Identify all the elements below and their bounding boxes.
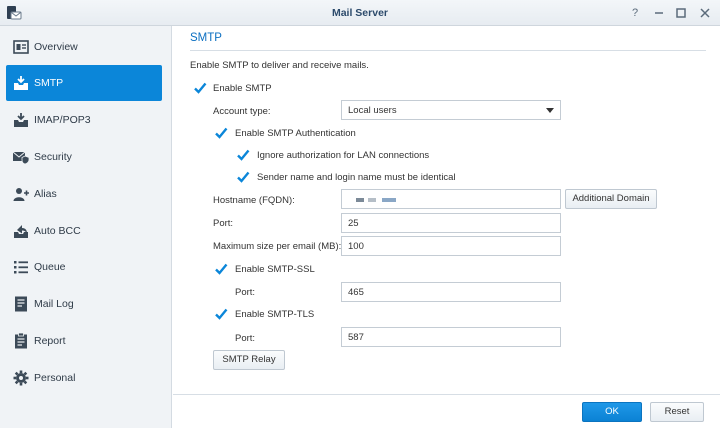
minimize-icon[interactable] (650, 4, 668, 22)
tls-port-input[interactable]: 587 (341, 327, 561, 347)
envelope-shield-icon (12, 148, 30, 166)
checkmark-icon (237, 149, 250, 161)
sidebar-item-label: Personal (34, 372, 76, 384)
sidebar-item-label: Auto BCC (34, 225, 81, 237)
dropdown-arrow-icon (546, 108, 554, 113)
enable-smtp-auth-label: Enable SMTP Authentication (235, 128, 356, 139)
gear-icon (12, 369, 30, 387)
smtp-settings-panel: SMTP Enable SMTP to deliver and receive … (173, 26, 720, 428)
title-bar: Mail Server ? (0, 0, 720, 26)
sender-identical-checkbox[interactable] (236, 170, 250, 184)
sidebar-item-security[interactable]: Security (6, 139, 162, 175)
enable-smtp-checkbox[interactable] (193, 81, 207, 95)
section-title: SMTP (190, 32, 222, 44)
checkmark-icon (215, 308, 228, 320)
sidebar-item-overview[interactable]: Overview (6, 29, 162, 65)
enable-smtp-ssl-label: Enable SMTP-SSL (235, 264, 315, 275)
sidebar-item-personal[interactable]: Personal (6, 360, 162, 396)
sidebar-item-queue[interactable]: Queue (6, 249, 162, 285)
sidebar-item-imap-pop3[interactable]: IMAP/POP3 (6, 102, 162, 138)
sidebar-item-label: Security (34, 151, 72, 163)
ignore-lan-auth-checkbox[interactable] (236, 148, 250, 162)
enable-smtp-tls-label: Enable SMTP-TLS (235, 309, 315, 320)
sidebar-item-label: Report (34, 335, 66, 347)
enable-smtp-auth-checkbox[interactable] (214, 126, 228, 140)
sidebar-item-auto-bcc[interactable]: Auto BCC (6, 213, 162, 249)
account-type-value: Local users (348, 105, 397, 116)
account-type-label: Account type: (213, 106, 271, 117)
reset-button[interactable]: Reset (650, 402, 704, 422)
sidebar: Overview SMTP IMAP/POP3 Security Alias A… (0, 26, 172, 428)
sidebar-item-mail-log[interactable]: Mail Log (6, 286, 162, 322)
sidebar-item-report[interactable]: Report (6, 323, 162, 359)
section-description: Enable SMTP to deliver and receive mails… (190, 60, 369, 71)
overview-icon (12, 38, 30, 56)
enable-smtp-ssl-checkbox[interactable] (214, 262, 228, 276)
sidebar-item-smtp[interactable]: SMTP (6, 65, 162, 101)
inbox-download-icon (12, 111, 30, 129)
sidebar-item-alias[interactable]: Alias (6, 176, 162, 212)
document-log-icon (12, 295, 30, 313)
sidebar-item-label: Mail Log (34, 298, 74, 310)
smtp-send-icon (12, 74, 30, 92)
tls-port-label: Port: (235, 333, 256, 344)
enable-smtp-label: Enable SMTP (213, 83, 272, 94)
close-icon[interactable] (696, 4, 714, 22)
redacted-hostname-mark (356, 198, 396, 202)
sidebar-item-label: Queue (34, 261, 66, 273)
ssl-port-input[interactable]: 465 (341, 282, 561, 302)
port-label: Port: (213, 218, 234, 229)
smtp-relay-button[interactable]: SMTP Relay (213, 350, 285, 370)
maximize-icon[interactable] (672, 4, 690, 22)
hostname-label: Hostname (FQDN): (213, 195, 295, 206)
help-icon[interactable]: ? (626, 4, 644, 22)
sidebar-item-label: IMAP/POP3 (34, 114, 91, 126)
max-size-input[interactable]: 100 (341, 236, 561, 256)
account-type-select[interactable]: Local users (341, 100, 561, 120)
additional-domain-button[interactable]: Additional Domain (565, 189, 657, 209)
dialog-footer: OK Reset (173, 394, 720, 428)
checkmark-icon (215, 127, 228, 139)
sidebar-item-label: Alias (34, 188, 57, 200)
sender-identical-label: Sender name and login name must be ident… (257, 172, 456, 183)
clipboard-report-icon (12, 332, 30, 350)
list-icon (12, 258, 30, 276)
checkmark-icon (194, 82, 207, 94)
enable-smtp-tls-checkbox[interactable] (214, 307, 228, 321)
sidebar-item-label: Overview (34, 41, 78, 53)
max-size-label: Maximum size per email (MB): (213, 241, 342, 252)
ssl-port-label: Port: (235, 287, 256, 298)
auto-bcc-icon (12, 222, 30, 240)
window-title: Mail Server (331, 7, 389, 19)
sidebar-item-label: SMTP (34, 77, 64, 89)
ignore-lan-auth-label: Ignore authorization for LAN connections (257, 150, 430, 161)
user-group-icon (12, 185, 30, 203)
smtp-port-input[interactable]: 25 (341, 213, 561, 233)
section-divider (190, 50, 706, 51)
ok-button[interactable]: OK (582, 402, 642, 422)
checkmark-icon (215, 263, 228, 275)
hostname-input[interactable] (341, 189, 561, 209)
checkmark-icon (237, 171, 250, 183)
